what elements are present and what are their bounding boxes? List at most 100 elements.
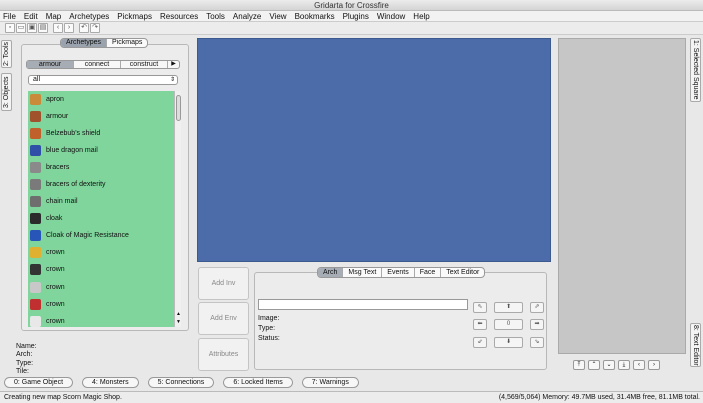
menu-window[interactable]: Window [377, 11, 405, 22]
list-scrollbar[interactable]: ▲ ▼ [174, 91, 181, 327]
archetype-label: apron [46, 96, 64, 104]
menu-edit[interactable]: Edit [24, 11, 38, 22]
archetype-label: crown [46, 249, 65, 257]
tab-arch[interactable]: Arch [318, 268, 344, 277]
archetype-row[interactable]: apron [28, 91, 174, 108]
archetype-row[interactable]: crown [28, 279, 174, 296]
left-dock: 2: Tools 3: Objects [0, 35, 12, 375]
selected-square-view[interactable] [558, 38, 686, 354]
attributes-button[interactable]: Attributes [198, 338, 249, 371]
tab-category-connect[interactable]: connect [74, 61, 121, 68]
menu-plugins[interactable]: Plugins [343, 11, 369, 22]
menu-tools[interactable]: Tools [206, 11, 225, 22]
arch-name-input[interactable] [258, 299, 468, 310]
direction-ne-icon[interactable]: ⇗ [530, 302, 544, 313]
chevron-updown-icon: ⇕ [169, 77, 175, 83]
archetype-label: armour [46, 113, 69, 121]
menu-bar: File Edit Map Archetypes Pickmaps Resour… [0, 11, 703, 22]
archetype-row[interactable]: Belzebub's shield [28, 125, 174, 142]
archetype-row[interactable]: blue dragon mail [28, 142, 174, 159]
new-map-icon[interactable]: ▫ [5, 23, 15, 33]
archetype-icon [30, 94, 41, 106]
menu-resources[interactable]: Resources [160, 11, 198, 22]
tab-archetypes[interactable]: Archetypes [61, 39, 108, 47]
info-type: Type: [16, 359, 34, 367]
prev-icon[interactable]: ‹ [633, 360, 645, 370]
archetype-row[interactable]: armour [28, 108, 174, 125]
direction-nw-icon[interactable]: ⇖ [473, 302, 487, 313]
direction-n-icon[interactable]: ⬆ [494, 302, 523, 313]
archetype-row[interactable]: crown [28, 261, 174, 278]
tab-text-editor-attr[interactable]: Text Editor [441, 268, 484, 277]
undo-icon[interactable]: ↶ [79, 23, 89, 33]
map-view[interactable] [197, 38, 551, 262]
archetype-label: crown [46, 300, 65, 308]
back-icon[interactable]: ‹ [53, 23, 63, 33]
archetype-label: blue dragon mail [46, 147, 98, 155]
tab-locked-items[interactable]: 6: Locked Items [223, 377, 293, 388]
add-inv-button[interactable]: Add Inv [198, 267, 249, 300]
menu-bookmarks[interactable]: Bookmarks [295, 11, 335, 22]
tab-text-editor[interactable]: 8: Text Editor [690, 323, 701, 367]
direction-e-icon[interactable]: ➡ [530, 319, 544, 330]
save-all-icon[interactable]: ▤ [38, 23, 48, 33]
menu-view[interactable]: View [269, 11, 286, 22]
archetype-icon [30, 196, 41, 208]
direction-se-icon[interactable]: ⇘ [530, 337, 544, 348]
tab-selected-square[interactable]: 1: Selected Square [690, 38, 701, 102]
tab-category-construct[interactable]: construct [121, 61, 168, 68]
next-icon[interactable]: › [648, 360, 660, 370]
direction-value[interactable]: 0 [494, 319, 523, 330]
archetype-row[interactable]: bracers of dexterity [28, 176, 174, 193]
tab-pickmaps[interactable]: Pickmaps [107, 39, 147, 47]
scroll-up-icon[interactable]: ▲ [175, 311, 182, 317]
tab-category-armour[interactable]: armour [27, 61, 74, 68]
menu-archetypes[interactable]: Archetypes [69, 11, 109, 22]
more-categories-icon[interactable]: ▶ [168, 61, 179, 68]
archetype-row[interactable]: crown [28, 313, 174, 327]
menu-analyze[interactable]: Analyze [233, 11, 261, 22]
move-top-icon[interactable]: ⤒ [573, 360, 585, 370]
tab-game-object[interactable]: 0: Game Object [4, 377, 74, 388]
direction-s-icon[interactable]: ⬇ [494, 337, 523, 348]
menu-help[interactable]: Help [413, 11, 429, 22]
move-down-icon[interactable]: ⌄ [603, 360, 615, 370]
redo-icon[interactable]: ↷ [90, 23, 100, 33]
filter-select[interactable]: all ⇕ [28, 75, 178, 85]
move-up-icon[interactable]: ⌃ [588, 360, 600, 370]
window-title: Gridarta for Crossfire [0, 0, 703, 11]
archetype-label: Cloak of Magic Resistance [46, 232, 129, 240]
archetype-row[interactable]: crown [28, 244, 174, 261]
open-map-icon[interactable]: ▭ [16, 23, 26, 33]
archetype-row[interactable]: crown [28, 296, 174, 313]
move-bottom-icon[interactable]: ⤓ [618, 360, 630, 370]
direction-sw-icon[interactable]: ⇙ [473, 337, 487, 348]
scroll-thumb[interactable] [176, 95, 181, 121]
tab-face[interactable]: Face [415, 268, 442, 277]
archetype-label: chain mail [46, 198, 78, 206]
tab-events[interactable]: Events [382, 268, 415, 277]
archetype-icon [30, 162, 41, 174]
save-map-icon[interactable]: ▣ [27, 23, 37, 33]
add-env-button[interactable]: Add Env [198, 302, 249, 335]
direction-w-icon[interactable]: ⬅ [473, 319, 487, 330]
menu-pickmaps[interactable]: Pickmaps [117, 11, 152, 22]
archetype-row[interactable]: cloak [28, 210, 174, 227]
tab-objects[interactable]: 3: Objects [1, 73, 12, 111]
scroll-down-icon[interactable]: ▼ [175, 319, 182, 325]
menu-map[interactable]: Map [46, 11, 62, 22]
menu-file[interactable]: File [3, 11, 16, 22]
archetype-list[interactable]: apron armour Belzebub's shield blue dragon … [28, 91, 174, 327]
tab-tools[interactable]: 2: Tools [1, 40, 12, 68]
tab-warnings[interactable]: 7: Warnings [301, 377, 359, 388]
tab-monsters[interactable]: 4: Monsters [82, 377, 139, 388]
archetype-panel: Archetypes Pickmaps armour connect const… [13, 36, 193, 376]
tab-connections[interactable]: 5: Connections [147, 377, 215, 388]
archetype-icon [30, 213, 41, 225]
archetype-icon [30, 264, 41, 276]
archetype-row[interactable]: Cloak of Magic Resistance [28, 227, 174, 244]
forward-icon[interactable]: › [64, 23, 74, 33]
archetype-row[interactable]: bracers [28, 159, 174, 176]
archetype-row[interactable]: chain mail [28, 193, 174, 210]
tab-msg-text[interactable]: Msg Text [343, 268, 383, 277]
